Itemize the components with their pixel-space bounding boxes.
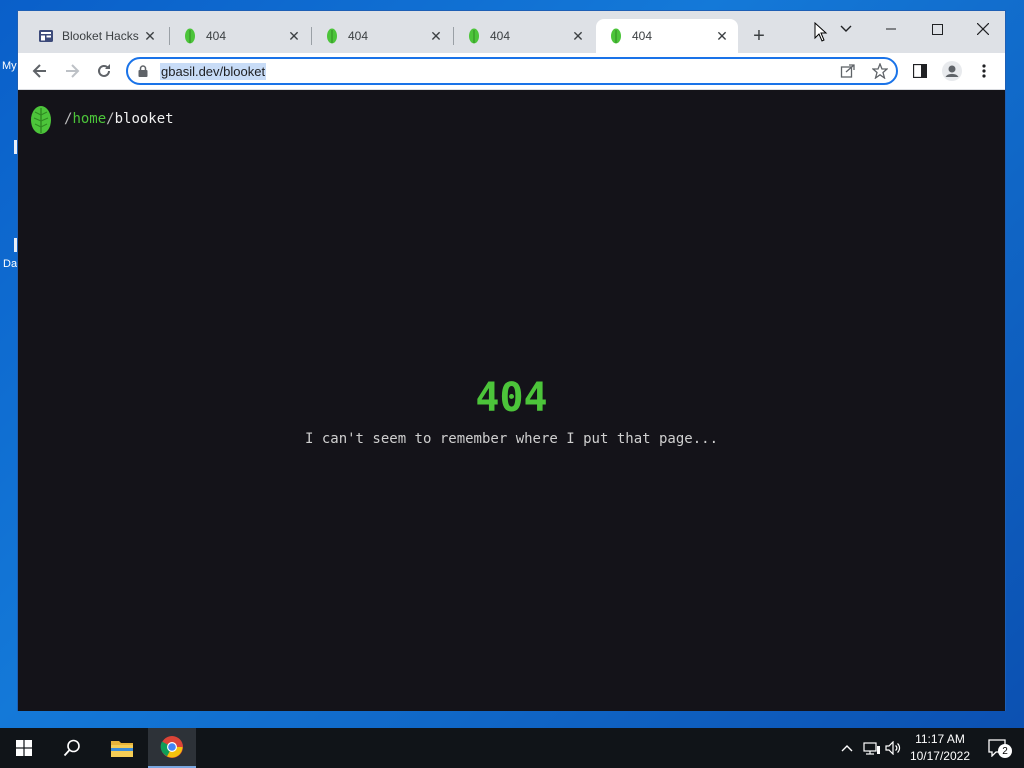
tab-404-active[interactable]: 404 ✕ xyxy=(596,19,738,53)
address-bar[interactable]: gbasil.dev/blooket xyxy=(126,57,898,85)
close-tab-icon[interactable]: ✕ xyxy=(428,28,444,44)
close-tab-icon[interactable]: ✕ xyxy=(714,28,730,44)
share-icon[interactable] xyxy=(838,61,858,81)
page-content: /home/blooket 404 I can't seem to rememb… xyxy=(18,91,1005,711)
new-tab-button[interactable]: + xyxy=(748,25,770,47)
network-icon[interactable] xyxy=(862,728,882,768)
start-button[interactable] xyxy=(0,728,48,768)
breadcrumb-separator: / xyxy=(106,111,115,127)
notification-center-button[interactable]: 2 xyxy=(978,728,1018,768)
forward-button[interactable] xyxy=(60,59,84,83)
close-tab-icon[interactable]: ✕ xyxy=(142,28,158,44)
tab-404[interactable]: 404 ✕ xyxy=(454,19,594,53)
tab-title: 404 xyxy=(206,29,227,43)
url-text[interactable]: gbasil.dev/blooket xyxy=(160,62,267,80)
tab-404[interactable]: 404 ✕ xyxy=(170,19,310,53)
file-explorer-icon[interactable] xyxy=(98,728,146,768)
search-icon[interactable] xyxy=(48,728,96,768)
close-window-button[interactable] xyxy=(961,15,1005,43)
leaf-logo-icon[interactable] xyxy=(30,105,52,140)
clock-date: 10/17/2022 xyxy=(909,749,970,763)
desktop-icon-label-fragment: Da xyxy=(3,258,18,270)
desktop-icon-label-fragment: My xyxy=(2,60,17,72)
error-code: 404 xyxy=(475,375,548,421)
tab-title: Blooket Hacks xyxy=(62,29,139,43)
side-panel-icon[interactable] xyxy=(910,61,930,81)
tab-blooket-hacks[interactable]: Blooket Hacks ✕ xyxy=(26,19,166,53)
error-message: I can't seem to remember where I put tha… xyxy=(304,431,718,447)
show-hidden-icons-button[interactable] xyxy=(838,728,856,768)
lock-icon[interactable] xyxy=(138,65,152,77)
chrome-taskbar-icon[interactable] xyxy=(148,728,196,768)
tab-title: 404 xyxy=(348,29,369,43)
tab-search-button[interactable] xyxy=(824,15,868,43)
taskbar-clock[interactable]: 11:17 AM 10/17/2022 xyxy=(910,731,970,765)
clock-time: 11:17 AM xyxy=(915,732,965,746)
leaf-icon xyxy=(324,28,340,44)
more-menu-icon[interactable] xyxy=(974,61,994,81)
bookmark-star-icon[interactable] xyxy=(870,61,890,81)
browser-toolbar: gbasil.dev/blooket xyxy=(18,53,1005,90)
minimize-button[interactable] xyxy=(869,15,913,43)
tab-title: 404 xyxy=(632,29,653,43)
breadcrumb-home-link[interactable]: home xyxy=(72,111,106,127)
tab-404[interactable]: 404 ✕ xyxy=(312,19,452,53)
reload-button[interactable] xyxy=(92,59,116,83)
browser-window: Blooket Hacks ✕ 404 ✕ 404 ✕ 404 ✕ 404 ✕ … xyxy=(17,10,1006,711)
notification-count-badge: 2 xyxy=(998,744,1012,758)
profile-avatar-icon[interactable] xyxy=(942,61,962,81)
mouse-cursor-icon xyxy=(814,21,828,47)
maximize-button[interactable] xyxy=(915,15,959,43)
volume-icon[interactable] xyxy=(884,728,904,768)
close-tab-icon[interactable]: ✕ xyxy=(286,28,302,44)
leaf-icon xyxy=(608,28,624,44)
close-tab-icon[interactable]: ✕ xyxy=(570,28,586,44)
breadcrumb: /home/blooket xyxy=(64,111,174,127)
leaf-icon xyxy=(466,28,482,44)
breadcrumb-current: blooket xyxy=(114,111,174,127)
tab-strip: Blooket Hacks ✕ 404 ✕ 404 ✕ 404 ✕ 404 ✕ … xyxy=(18,11,1005,53)
taskbar: 11:17 AM 10/17/2022 2 xyxy=(0,728,1024,768)
blooket-page-icon xyxy=(38,28,54,44)
back-button[interactable] xyxy=(28,59,52,83)
tab-title: 404 xyxy=(490,29,511,43)
leaf-icon xyxy=(182,28,198,44)
